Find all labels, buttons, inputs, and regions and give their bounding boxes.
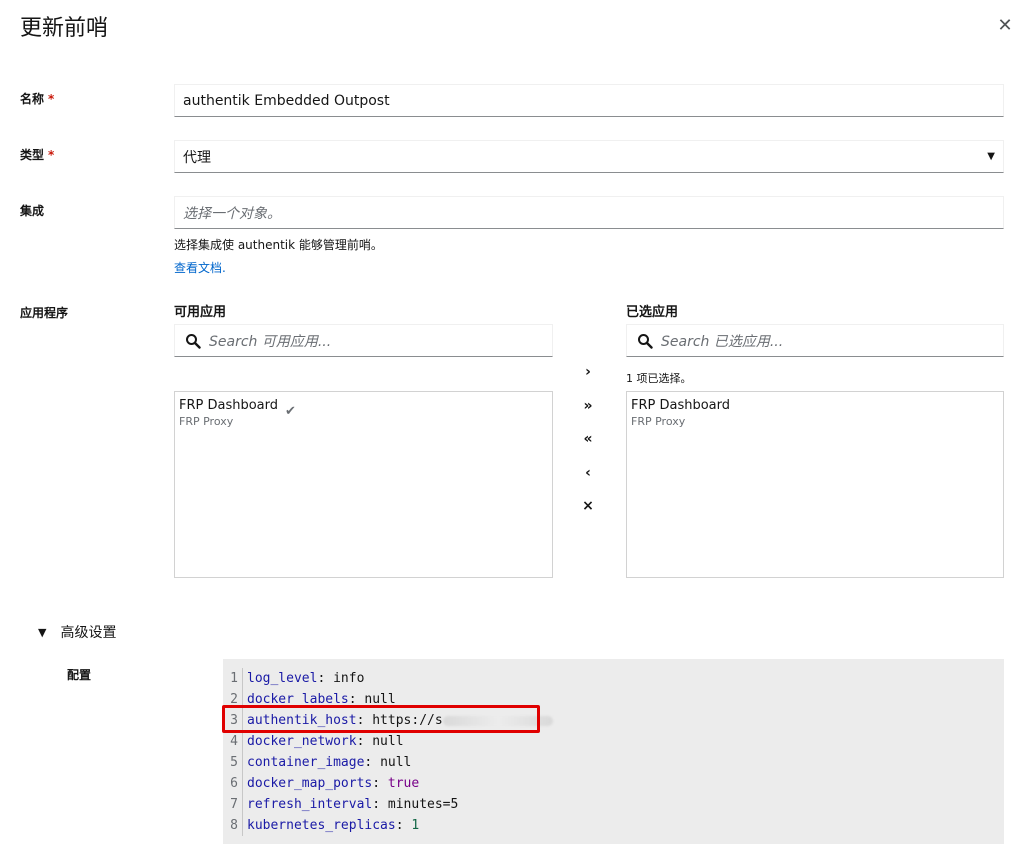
caret-down-icon: ▼ [987,151,995,162]
chosen-list: FRP Dashboard FRP Proxy [626,391,1004,578]
search-icon [186,333,201,349]
chosen-pane-title: 已选应用 [626,305,679,320]
name-input[interactable]: authentik Embedded Outpost [174,84,1004,117]
code-line: 8 kubernetes_replicas: 1 [223,815,419,836]
chosen-search-input[interactable]: Search 已选应用... [626,324,1004,357]
remove-all-button[interactable]: « [577,428,599,450]
modal-title: 更新前哨 [20,16,109,41]
integration-label: 集成 [20,204,45,218]
view-docs-link[interactable]: 查看文档. [174,259,226,276]
type-select[interactable]: 代理 ▼ [174,140,1004,173]
type-label: 类型 * [20,148,55,162]
required-mark: * [48,148,55,162]
add-all-button[interactable]: » [577,395,599,417]
add-selected-button[interactable]: › [577,361,599,383]
close-icon[interactable]: ✕ [994,14,1016,36]
remove-selected-button[interactable]: ‹ [577,462,599,484]
selection-status: 1 项已选择。 [626,372,692,385]
name-label: 名称 * [20,92,55,106]
config-code-editor[interactable]: 1 log_level: info 2 docker_labels: null 3a… [223,659,1004,844]
list-item-frp-dashboard[interactable]: FRP Dashboard FRP Proxy [627,392,1003,434]
check-icon: ✔ [285,404,296,419]
annotation-highlight-box [222,705,540,733]
available-pane-title: 可用应用 [174,305,227,320]
code-line: 7 refresh_interval: minutes=5 [223,794,458,815]
advanced-settings-toggle[interactable]: ▼ 高级设置 [38,622,116,642]
code-line: 5 container_image: null [223,752,411,773]
code-line: 6 docker_map_ports: true [223,773,419,794]
available-search-input[interactable]: Search 可用应用... [174,324,553,357]
available-list: FRP Dashboard FRP Proxy ✔ [174,391,553,578]
config-label: 配置 [67,668,92,682]
list-item-frp-dashboard[interactable]: FRP Dashboard FRP Proxy ✔ [175,392,552,434]
required-mark: * [48,92,55,106]
clear-icon[interactable]: × [577,495,599,517]
applications-label: 应用程序 [20,306,69,320]
code-line: 1 log_level: info [223,668,364,689]
search-icon [638,333,653,349]
chevron-down-icon: ▼ [38,625,47,639]
integration-helper-text: 选择集成使 authentik 能够管理前哨。 [174,238,383,252]
code-line: 4 docker_network: null [223,731,404,752]
integration-select[interactable]: 选择一个对象。 [174,196,1004,229]
